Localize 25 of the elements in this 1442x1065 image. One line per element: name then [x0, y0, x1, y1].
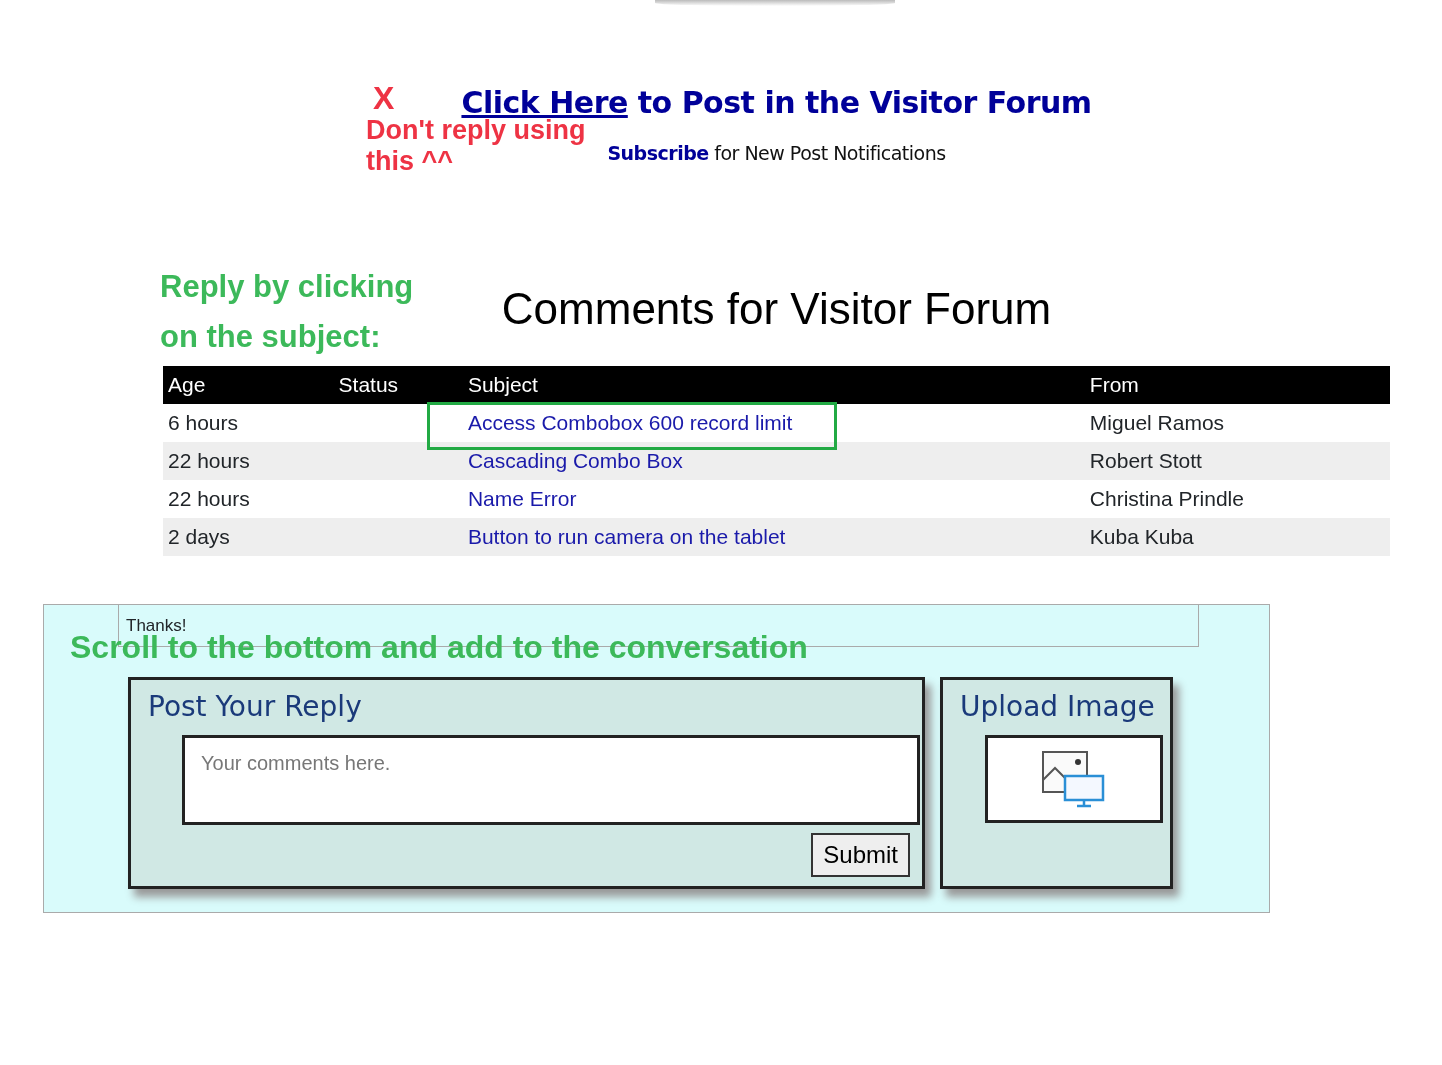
author-cell: Kuba Kuba [1084, 517, 1390, 556]
subject-link[interactable]: Access Combobox 600 record limit [467, 410, 793, 434]
age-cell: 6 hours [163, 403, 334, 442]
forum-title: Comments for Visitor Forum [501, 282, 1052, 335]
upload-button[interactable] [985, 735, 1163, 824]
subject-link[interactable]: Name Error [467, 486, 577, 510]
age-cell: 22 hours [163, 479, 334, 518]
author-cell: Robert Stott [1084, 441, 1390, 480]
submit-button[interactable]: Submit [811, 833, 910, 878]
image-monitor-icon [1041, 750, 1107, 809]
cross-mark: X [373, 80, 395, 117]
subscribe-link[interactable]: Subscribe [607, 142, 709, 164]
author-cell: Christina Prindle [1084, 479, 1390, 518]
comment-field[interactable]: Your comments here. [182, 735, 920, 826]
column-header: From [1084, 365, 1390, 404]
reply-hint: Reply by clicking on the subject: [160, 268, 415, 356]
subscribe-line: Subscribe for New Post Notifications [607, 141, 946, 166]
age-cell: 22 hours [163, 441, 334, 480]
column-header: Age [163, 365, 334, 404]
upload-title: Upload Image [960, 689, 1156, 724]
author-cell: Miguel Ramos [1084, 403, 1390, 442]
column-header: Subject [462, 365, 1085, 404]
form-title: Post Your Reply [148, 689, 363, 724]
age-cell: 2 days [163, 517, 334, 556]
column-header: Status [333, 365, 463, 404]
